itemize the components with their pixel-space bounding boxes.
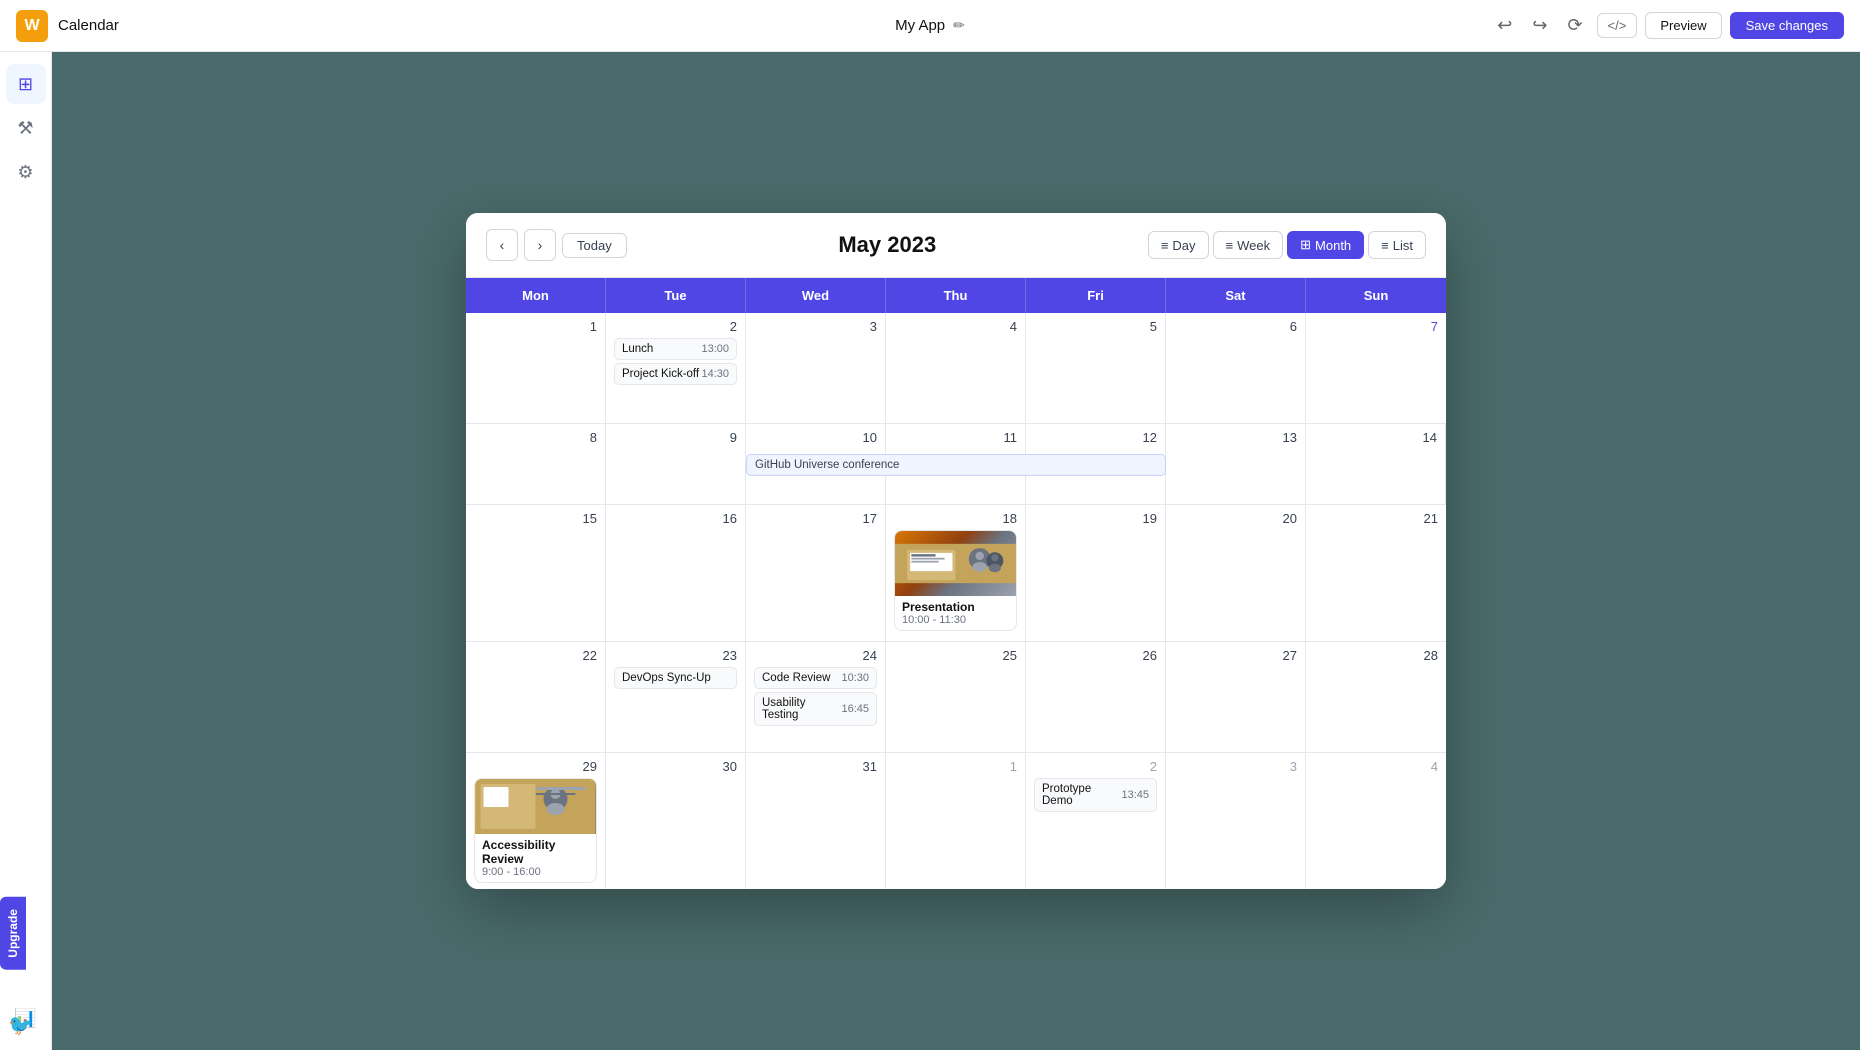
view-day-button[interactable]: ≡ Day (1148, 231, 1209, 259)
dashboard-icon: ⊞ (18, 74, 33, 95)
sidebar-item-tools[interactable]: ⚒ (6, 108, 46, 148)
cell-may-29[interactable]: 29 (466, 753, 606, 889)
topbar-actions: ↩ ↪ ⟳ </> Preview Save changes (1491, 11, 1844, 40)
cell-may-8[interactable]: 8 (466, 424, 606, 504)
topbar-center: My App ✏ (895, 17, 965, 34)
week-4: 22 23 DevOps Sync-Up 24 Code Review 10:3… (466, 642, 1446, 753)
view-list-button[interactable]: ≡ List (1368, 231, 1426, 259)
header-thu: Thu (886, 278, 1026, 313)
cell-may-5[interactable]: 5 (1026, 313, 1166, 423)
save-button[interactable]: Save changes (1730, 12, 1844, 39)
cell-may-18[interactable]: 18 (886, 505, 1026, 641)
header-sun: Sun (1306, 278, 1446, 313)
cell-may-27[interactable]: 27 (1166, 642, 1306, 752)
event-usability-testing[interactable]: Usability Testing 16:45 (754, 692, 877, 726)
main-content: ‹ › Today May 2023 ≡ Day ≡ Week ⊞ Month (52, 52, 1860, 1050)
cell-may-19[interactable]: 19 (1026, 505, 1166, 641)
preview-button[interactable]: Preview (1645, 12, 1721, 39)
day-view-icon: ≡ (1161, 238, 1169, 253)
cell-may-7[interactable]: 7 (1306, 313, 1446, 423)
cell-may-26[interactable]: 26 (1026, 642, 1166, 752)
cell-jun-2[interactable]: 2 Prototype Demo 13:45 (1026, 753, 1166, 889)
presentation-thumbnail (895, 531, 1016, 596)
week-view-icon: ≡ (1226, 238, 1234, 253)
cell-may-22[interactable]: 22 (466, 642, 606, 752)
event-github-universe[interactable]: GitHub Universe conference (746, 454, 1166, 476)
accessibility-thumbnail (475, 779, 596, 834)
cell-may-2[interactable]: 2 Lunch 13:00 Project Kick-off 14:30 (606, 313, 746, 423)
header-wed: Wed (746, 278, 886, 313)
app-name: My App (895, 17, 945, 34)
cell-may-20[interactable]: 20 (1166, 505, 1306, 641)
settings-icon: ⚙ (17, 162, 33, 183)
header-sat: Sat (1166, 278, 1306, 313)
edit-icon[interactable]: ✏ (953, 17, 965, 34)
cell-may-25[interactable]: 25 (886, 642, 1026, 752)
event-lunch[interactable]: Lunch 13:00 (614, 338, 737, 360)
cell-jun-1[interactable]: 1 (886, 753, 1026, 889)
topbar: W Calendar My App ✏ ↩ ↪ ⟳ </> Preview Sa… (0, 0, 1860, 52)
cell-may-1[interactable]: 1 (466, 313, 606, 423)
sidebar-item-dashboard[interactable]: ⊞ (6, 64, 46, 104)
event-code-review[interactable]: Code Review 10:30 (754, 667, 877, 689)
cell-may-28[interactable]: 28 (1306, 642, 1446, 752)
cell-may-13[interactable]: 13 (1166, 424, 1306, 504)
cell-jun-4[interactable]: 4 (1306, 753, 1446, 889)
view-month-button[interactable]: ⊞ Month (1287, 231, 1364, 259)
cell-may-4[interactable]: 4 (886, 313, 1026, 423)
week-3: 15 16 17 18 (466, 505, 1446, 642)
calendar-header: Mon Tue Wed Thu Fri Sat Sun (466, 278, 1446, 313)
next-month-button[interactable]: › (524, 229, 556, 261)
redo-button[interactable]: ↪ (1526, 11, 1553, 40)
undo-button[interactable]: ↩ (1491, 11, 1518, 40)
cell-may-9[interactable]: 9 (606, 424, 746, 504)
sidebar-item-settings[interactable]: ⚙ (6, 152, 46, 192)
event-accessibility-review[interactable]: Accessibility Review 9:00 - 16:00 (474, 778, 597, 883)
prev-month-button[interactable]: ‹ (486, 229, 518, 261)
cell-may-21[interactable]: 21 (1306, 505, 1446, 641)
week-2: 8 9 10 11 12 13 14 (466, 424, 1446, 505)
view-week-button[interactable]: ≡ Week (1213, 231, 1284, 259)
app-logo: W (16, 10, 48, 42)
page-title: Calendar (58, 17, 119, 34)
event-prototype-demo[interactable]: Prototype Demo 13:45 (1034, 778, 1157, 812)
week-5: 29 (466, 753, 1446, 889)
cell-may-31[interactable]: 31 (746, 753, 886, 889)
cell-may-6[interactable]: 6 (1166, 313, 1306, 423)
header-fri: Fri (1026, 278, 1166, 313)
cell-may-15[interactable]: 15 (466, 505, 606, 641)
cell-may-16[interactable]: 16 (606, 505, 746, 641)
list-view-icon: ≡ (1381, 238, 1389, 253)
today-button[interactable]: Today (562, 233, 627, 258)
month-title: May 2023 (838, 232, 936, 258)
week-1: 1 2 Lunch 13:00 Project Kick-off 14:30 3 (466, 313, 1446, 424)
calendar-nav: ‹ › Today (486, 229, 627, 261)
upgrade-button[interactable]: Upgrade (0, 897, 26, 970)
cell-may-14[interactable]: 14 (1306, 424, 1446, 504)
month-view-icon: ⊞ (1300, 237, 1311, 253)
bird-icon: 🐦 (8, 1013, 33, 1038)
header-mon: Mon (466, 278, 606, 313)
cell-may-17[interactable]: 17 (746, 505, 886, 641)
view-buttons: ≡ Day ≡ Week ⊞ Month ≡ List (1148, 231, 1426, 259)
cell-jun-3[interactable]: 3 (1166, 753, 1306, 889)
code-button[interactable]: </> (1597, 13, 1638, 38)
cell-may-30[interactable]: 30 (606, 753, 746, 889)
tools-icon: ⚒ (17, 118, 33, 139)
header-tue: Tue (606, 278, 746, 313)
calendar-toolbar: ‹ › Today May 2023 ≡ Day ≡ Week ⊞ Month (466, 213, 1446, 277)
event-devops-syncup[interactable]: DevOps Sync-Up (614, 667, 737, 689)
event-presentation[interactable]: Presentation 10:00 - 11:30 (894, 530, 1017, 631)
history-button[interactable]: ⟳ (1561, 11, 1588, 40)
calendar-grid: Mon Tue Wed Thu Fri Sat Sun 1 2 Lunch 13… (466, 277, 1446, 889)
cell-may-24[interactable]: 24 Code Review 10:30 Usability Testing 1… (746, 642, 886, 752)
cell-may-23[interactable]: 23 DevOps Sync-Up (606, 642, 746, 752)
calendar: ‹ › Today May 2023 ≡ Day ≡ Week ⊞ Month (466, 213, 1446, 889)
cell-may-3[interactable]: 3 (746, 313, 886, 423)
event-project-kickoff[interactable]: Project Kick-off 14:30 (614, 363, 737, 385)
